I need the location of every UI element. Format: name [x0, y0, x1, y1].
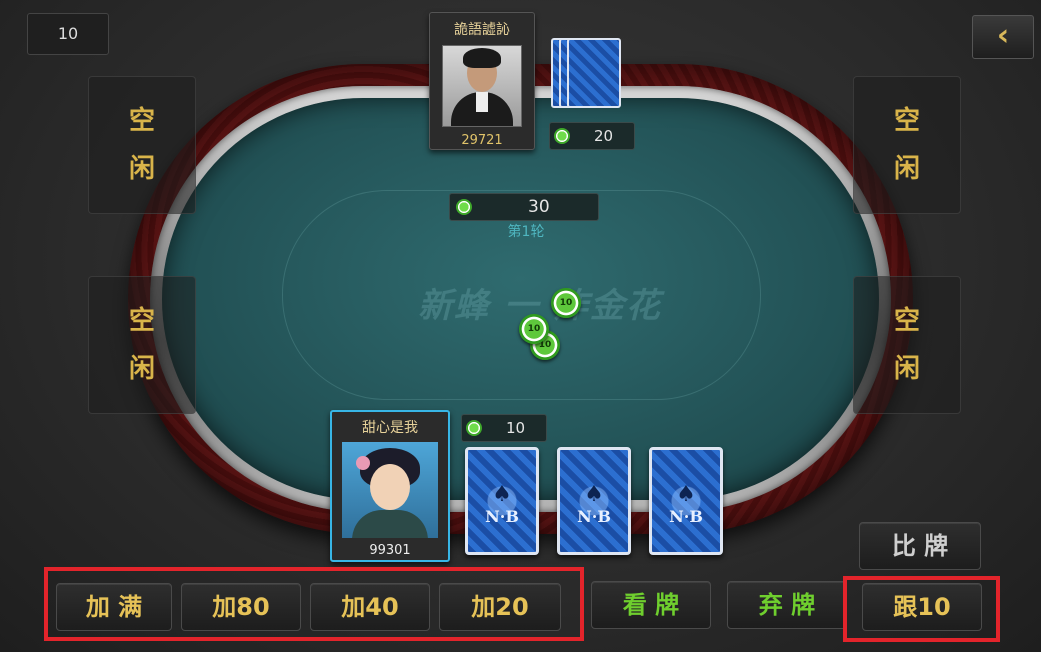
card-logo: N·B: [669, 507, 703, 526]
self-bet-value: 10: [506, 419, 526, 437]
empty-seat-right-top[interactable]: 空 闲: [853, 76, 961, 214]
spade-icon: ♠: [676, 482, 696, 507]
back-button[interactable]: ‹: [972, 15, 1034, 59]
empty-seat-left-top[interactable]: 空 闲: [88, 76, 196, 214]
highlight-call: [843, 576, 1000, 642]
self-card-1[interactable]: ♠ N·B: [465, 447, 539, 555]
self-card-3[interactable]: ♠ N·B: [649, 447, 723, 555]
compare-button[interactable]: 比 牌: [859, 522, 981, 570]
round-counter: 10: [27, 13, 109, 55]
self-avatar: [342, 442, 438, 538]
opponent-hand: [551, 38, 621, 110]
opponent-bet: 20: [549, 122, 635, 150]
highlight-raise-group: [44, 567, 584, 641]
seat-status: 空: [893, 106, 920, 136]
pot-chip: 10: [519, 314, 549, 344]
self-seat[interactable]: 甜心是我 99301: [330, 410, 450, 562]
fold-button[interactable]: 弃 牌: [727, 581, 847, 629]
pot-chip: 10: [551, 288, 581, 318]
pot-box: 30: [449, 193, 599, 221]
opponent-bet-value: 20: [594, 127, 614, 145]
self-card-2[interactable]: ♠ N·B: [557, 447, 631, 555]
self-score: 99301: [369, 543, 411, 558]
card-back: [567, 38, 621, 108]
spade-icon: ♠: [584, 482, 604, 507]
chevron-left-icon: ‹: [996, 18, 1010, 53]
seat-status: 闲: [893, 354, 920, 384]
seat-status: 闲: [128, 154, 155, 184]
look-cards-button[interactable]: 看 牌: [591, 581, 711, 629]
pot-amount: 30: [528, 197, 550, 217]
opponent-seat[interactable]: 詭語譃訫 29721: [429, 12, 535, 150]
spade-icon: ♠: [492, 482, 512, 507]
empty-seat-left-bottom[interactable]: 空 闲: [88, 276, 196, 414]
seat-status: 闲: [128, 354, 155, 384]
seat-status: 空: [128, 306, 155, 336]
card-logo: N·B: [577, 507, 611, 526]
self-bet: 10: [461, 414, 547, 442]
card-logo: N·B: [485, 507, 519, 526]
opponent-name: 詭語譃訫: [454, 22, 510, 38]
opponent-avatar: [442, 45, 522, 127]
seat-status: 空: [893, 306, 920, 336]
round-label: 第1轮: [507, 224, 545, 240]
seat-status: 空: [128, 106, 155, 136]
chip-icon: [554, 128, 570, 144]
self-name: 甜心是我: [362, 420, 418, 436]
chip-stack-icon: [456, 199, 472, 215]
opponent-score: 29721: [461, 133, 503, 148]
chip-icon: [466, 420, 482, 436]
seat-status: 闲: [893, 154, 920, 184]
empty-seat-right-bottom[interactable]: 空 闲: [853, 276, 961, 414]
